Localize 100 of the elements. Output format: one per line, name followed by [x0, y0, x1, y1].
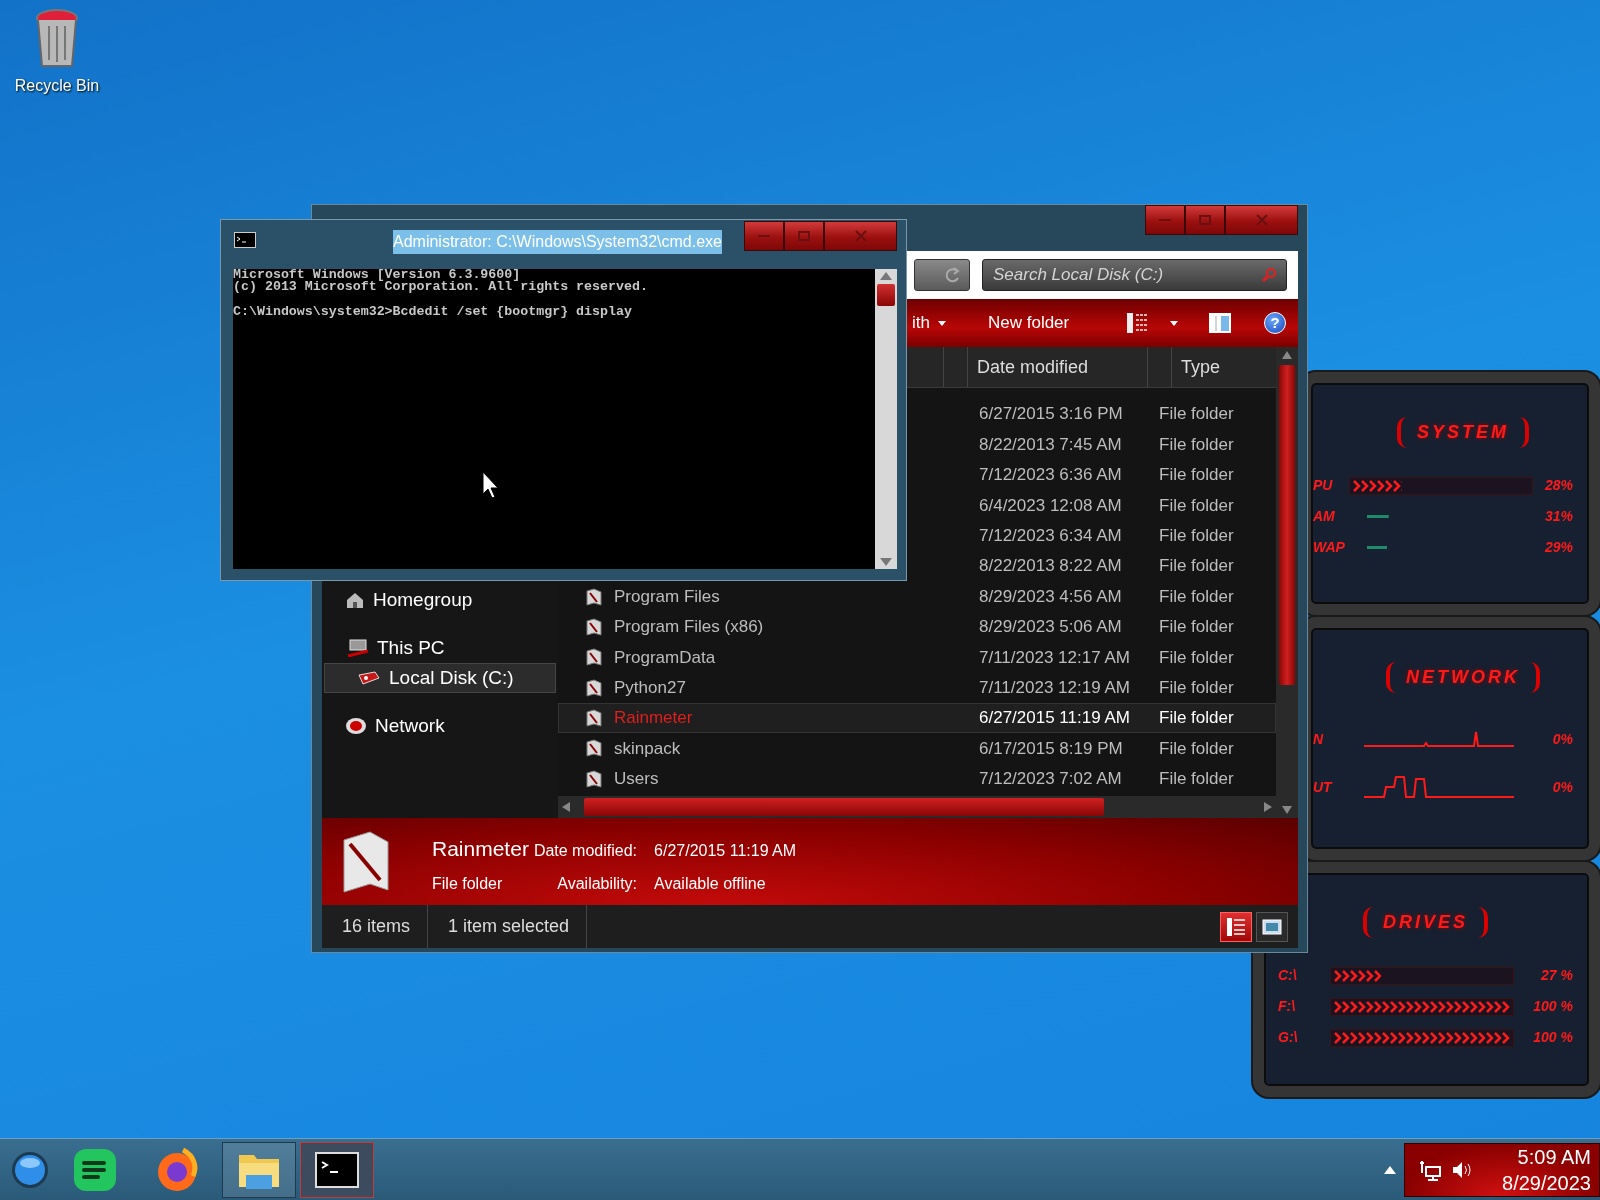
- file-row[interactable]: 6/27/2015 3:16 PM File folder: [958, 399, 1276, 430]
- search-field[interactable]: Search Local Disk (C:): [982, 259, 1287, 291]
- status-text: 1 item selected: [428, 905, 588, 948]
- scroll-up-icon[interactable]: [880, 272, 892, 280]
- console-icon: [234, 232, 256, 248]
- clock-time[interactable]: 5:09 AM: [1502, 1143, 1591, 1170]
- file-name: ProgramData: [614, 646, 717, 669]
- type-cell-text: File folder: [1159, 494, 1235, 517]
- folder-icon: [585, 648, 603, 667]
- console-line: C:\Windows\system32>Bcdedit /set {bootmgr} display: [233, 305, 632, 318]
- scroll-right-icon[interactable]: [1264, 802, 1272, 812]
- mouse-pointer-icon: [482, 471, 500, 499]
- desktop-icon-label[interactable]: Recycle Bin: [14, 74, 100, 98]
- view-toggle[interactable]: [1256, 911, 1288, 942]
- scrollbar-thumb[interactable]: [1279, 365, 1295, 685]
- meter-label: AM: [1313, 507, 1336, 526]
- scrollbar-thumb[interactable]: [584, 798, 1104, 816]
- date-cell-text: 6/27/2015 3:16 PM: [979, 403, 1124, 426]
- show-hidden-icons[interactable]: [1384, 1165, 1396, 1174]
- toolbar-menu[interactable]: ith: [910, 306, 948, 340]
- file-row[interactable]: 8/22/2013 7:45 AM File folder: [958, 429, 1276, 460]
- close-icon: [1255, 214, 1268, 226]
- file-row[interactable]: skinpack 6/17/2015 8:19 PM File folder: [558, 733, 1276, 764]
- file-row[interactable]: Users 7/12/2023 7:02 AM File folder: [558, 763, 1276, 795]
- caret-icon: [937, 320, 946, 326]
- folder-icon: [585, 678, 603, 697]
- close-button[interactable]: [1225, 205, 1298, 235]
- meter-reading: 0%: [1551, 777, 1573, 797]
- column-header[interactable]: Date modified: [967, 347, 1147, 387]
- address-field[interactable]: [914, 259, 970, 291]
- preview-view-icon: [1262, 918, 1282, 935]
- meter-reading: 29%: [1543, 538, 1573, 557]
- date-cell-text: 8/29/2023 5:06 AM: [979, 616, 1123, 639]
- maximize-button[interactable]: [784, 221, 824, 251]
- console-line: Microsoft Windows [Version 6.3.9600]: [233, 269, 521, 282]
- type-cell-text: File folder: [1159, 464, 1235, 487]
- file-row[interactable]: 8/22/2013 8:22 AM File folder: [958, 550, 1276, 582]
- taskbar-app[interactable]: [300, 1141, 374, 1198]
- file-name: Program Files (x86): [614, 616, 765, 639]
- date-cell-text: 8/22/2013 8:22 AM: [979, 555, 1123, 578]
- file-row[interactable]: Python27 7/11/2023 12:19 AM File folder: [558, 672, 1276, 703]
- scroll-up-icon[interactable]: [1282, 351, 1292, 359]
- refresh-icon[interactable]: [943, 266, 961, 284]
- taskbar-app[interactable]: [222, 1141, 296, 1198]
- search-icon: [1261, 267, 1277, 283]
- list-view-icon: [1126, 312, 1148, 334]
- item-name: Rainmeter: [432, 835, 529, 862]
- date-cell-text: 8/29/2023 4:56 AM: [979, 585, 1123, 608]
- close-button[interactable]: [824, 221, 897, 251]
- date-cell-text: 6/27/2015 11:19 AM: [979, 707, 1131, 730]
- details-view-icon: [1226, 916, 1246, 937]
- scroll-down-icon[interactable]: [1282, 806, 1292, 814]
- maximize-button[interactable]: [1185, 205, 1225, 235]
- widget-title: SYSTEM: [1397, 417, 1529, 448]
- file-row[interactable]: 6/4/2023 12:08 AM File folder: [958, 490, 1276, 521]
- scroll-left-icon[interactable]: [562, 802, 570, 812]
- minimize-button[interactable]: [744, 221, 784, 251]
- network-icon: [345, 717, 367, 735]
- scrollbar-thumb[interactable]: [877, 284, 895, 306]
- caret-icon: [1170, 320, 1178, 326]
- file-row[interactable]: Program Files (x86) 8/29/2023 5:06 AM File folder: [558, 611, 1276, 643]
- nav-item[interactable]: This PC: [324, 633, 556, 663]
- console-line: (c) 2013 Microsoft Corporation. All rights reserved.: [233, 281, 648, 294]
- pane-icon: [1208, 312, 1232, 334]
- recycle-bin-icon[interactable]: [33, 8, 81, 70]
- folder-icon: [340, 829, 392, 894]
- clock-date[interactable]: 8/29/2023: [1502, 1169, 1591, 1196]
- house-icon: [345, 591, 365, 609]
- minimize-icon: [758, 234, 770, 238]
- type-cell-text: File folder: [1159, 525, 1235, 547]
- computer-icon: [347, 639, 369, 657]
- folder-icon: [585, 739, 603, 758]
- minimize-icon: [1159, 218, 1171, 222]
- folder-icon: [585, 769, 603, 788]
- meter-label: WAP: [1313, 538, 1346, 557]
- toolbar-button[interactable]: New folder: [985, 306, 1072, 340]
- property-label: Availability:: [556, 874, 639, 895]
- meter-label: PU: [1313, 476, 1334, 495]
- file-row[interactable]: 7/12/2023 6:36 AM File folder: [958, 459, 1276, 491]
- file-name: skinpack: [614, 737, 682, 760]
- type-cell-text: File folder: [1159, 646, 1235, 669]
- network-icon[interactable]: [1419, 1158, 1441, 1181]
- nav-item[interactable]: Homegroup: [324, 585, 556, 615]
- file-row[interactable]: 7/12/2023 6:34 AM File folder: [958, 520, 1276, 551]
- view-toggle[interactable]: [1220, 911, 1252, 942]
- date-cell-text: 7/12/2023 7:02 AM: [979, 768, 1123, 791]
- file-row[interactable]: Program Files 8/29/2023 4:56 AM File folder: [558, 581, 1276, 612]
- file-row[interactable]: ProgramData 7/11/2023 12:17 AM File folder: [558, 642, 1276, 673]
- meter-reading: 100 %: [1532, 1028, 1573, 1047]
- scroll-down-icon[interactable]: [880, 558, 892, 566]
- minimize-button[interactable]: [1145, 205, 1185, 235]
- meter-label: N: [1313, 729, 1325, 749]
- nav-item[interactable]: Network: [324, 711, 556, 741]
- meter-reading: 27 %: [1540, 966, 1573, 985]
- folder-icon: [585, 709, 603, 728]
- nav-item[interactable]: Local Disk (C:): [324, 663, 556, 693]
- file-row[interactable]: Rainmeter 6/27/2015 11:19 AM File folder: [558, 702, 1276, 734]
- maximize-icon: [798, 231, 810, 241]
- window-title: Administrator: C:\Windows\System32\cmd.exe: [393, 230, 722, 254]
- meter-label: UT: [1313, 777, 1334, 797]
